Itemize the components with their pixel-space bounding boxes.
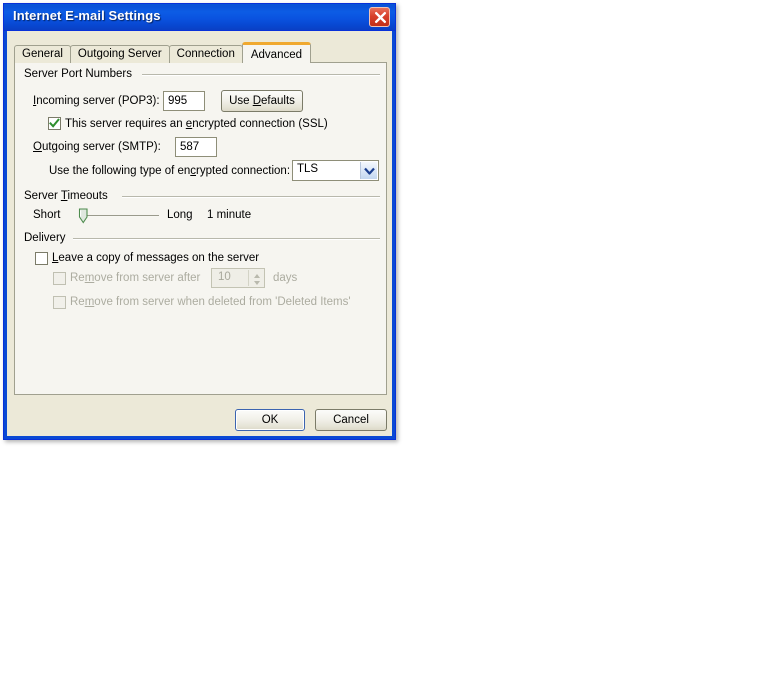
tab-outgoing-server[interactable]: Outgoing Server	[69, 45, 170, 63]
timeout-slider-thumb[interactable]	[77, 208, 90, 230]
advanced-tab-panel: Server Port Numbers Incoming server (POP…	[14, 62, 387, 395]
timeout-slider-track[interactable]	[81, 215, 159, 217]
chevron-down-icon[interactable]	[360, 162, 377, 179]
dialog-title: Internet E-mail Settings	[13, 8, 161, 23]
remove-after-days-value: 10	[218, 271, 231, 283]
ok-button[interactable]: OK	[235, 409, 305, 431]
group-label-server-port-numbers: Server Port Numbers	[24, 68, 133, 80]
outgoing-server-port-input[interactable]	[175, 137, 217, 157]
dialog-titlebar[interactable]: Internet E-mail Settings	[4, 4, 395, 31]
remove-when-deleted-label: Remove from server when deleted from 'De…	[70, 296, 351, 308]
cancel-button[interactable]: Cancel	[315, 409, 387, 431]
group-label-delivery: Delivery	[24, 232, 66, 244]
close-button[interactable]	[369, 7, 390, 27]
outgoing-server-label: Outgoing server (SMTP):	[33, 141, 161, 153]
days-label: days	[273, 272, 298, 284]
leave-copy-checkbox[interactable]	[35, 252, 48, 265]
encryption-type-dropdown[interactable]: TLS	[292, 160, 379, 181]
remove-after-label: Remove from server after	[70, 272, 201, 284]
slider-thumb-icon	[78, 208, 88, 224]
remove-after-checkbox[interactable]	[53, 272, 66, 285]
timeout-value-label: 1 minute	[207, 209, 252, 221]
group-label-server-timeouts: Server Timeouts	[24, 190, 108, 202]
stepper-buttons[interactable]	[248, 270, 263, 286]
group-rule-server-timeouts	[122, 196, 380, 198]
tab-advanced[interactable]: Advanced	[241, 42, 312, 63]
chevron-down-icon[interactable]	[253, 280, 261, 286]
group-rule-server-port-numbers	[142, 74, 380, 76]
remove-after-days-stepper[interactable]: 10	[211, 268, 265, 288]
encryption-type-label: Use the following type of encrypted conn…	[49, 165, 291, 177]
timeout-long-label: Long	[167, 209, 193, 221]
group-rule-delivery	[73, 238, 380, 240]
tab-connection[interactable]: Connection	[168, 45, 243, 63]
timeout-short-label: Short	[33, 209, 61, 221]
incoming-server-port-input[interactable]	[163, 91, 205, 111]
use-defaults-button[interactable]: Use Defaults	[221, 90, 303, 112]
ssl-required-checkbox[interactable]	[48, 117, 61, 130]
tab-general[interactable]: General	[14, 45, 71, 63]
leave-copy-label: Leave a copy of messages on the server	[52, 252, 260, 264]
close-icon	[375, 12, 386, 23]
checkmark-icon	[49, 118, 60, 128]
remove-when-deleted-checkbox[interactable]	[53, 296, 66, 309]
settings-tabs: General Outgoing Server Connection Advan…	[14, 42, 312, 63]
chevron-up-icon[interactable]	[253, 273, 261, 279]
incoming-server-label: Incoming server (POP3):	[33, 95, 160, 107]
encryption-type-value: TLS	[297, 163, 319, 175]
ssl-required-label: This server requires an encrypted connec…	[65, 118, 328, 130]
internet-email-settings-dialog: Internet E-mail Settings General Outgoin…	[3, 3, 396, 440]
